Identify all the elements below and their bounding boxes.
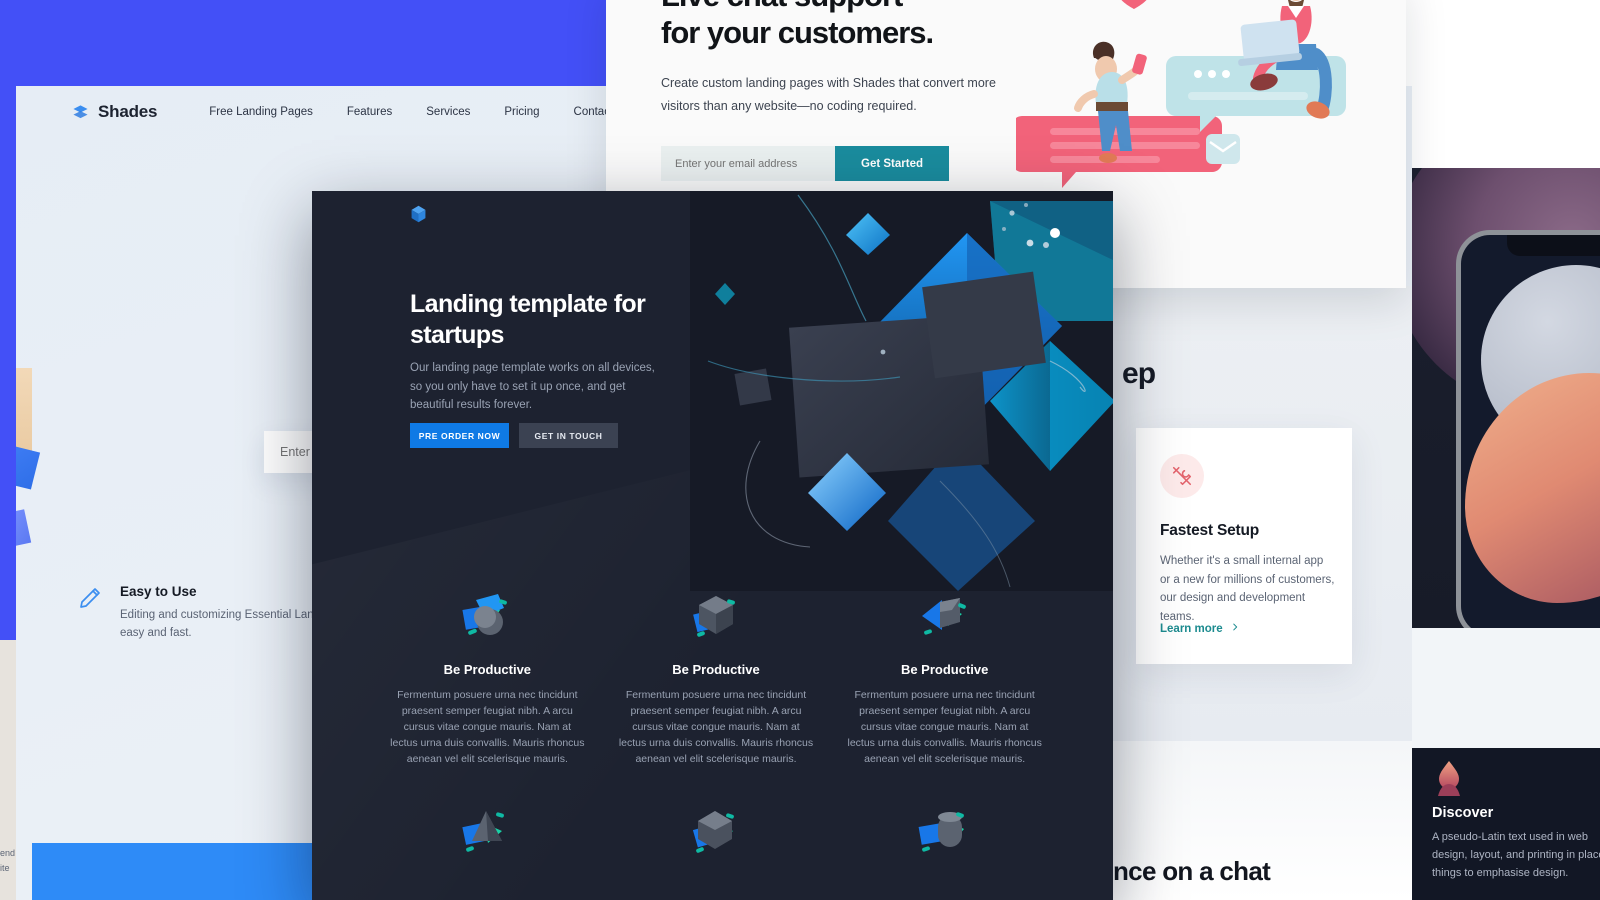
- light-page-blue-band: [32, 843, 332, 900]
- feature-card-title: Be Productive: [900, 662, 989, 677]
- get-started-button[interactable]: Get Started: [835, 146, 949, 181]
- chat-bubbles-3d-characters-illustration: [1012, 0, 1406, 196]
- feature-card-row2: [386, 801, 589, 863]
- feature-card: Be Productive Fermentum posuere urna nec…: [615, 586, 818, 768]
- edge-text-fragment: end ite: [0, 848, 16, 873]
- chat-card-signup-form: Get Started: [661, 146, 949, 181]
- nav-links: Free Landing Pages Features Services Pri…: [209, 106, 613, 118]
- feature-card-body: Fermentum posuere urna nec tincidunt pra…: [390, 689, 585, 765]
- cube-stack-icon: [72, 104, 89, 121]
- discover-body: A pseudo-Latin text used in web design, …: [1432, 831, 1600, 879]
- discover-panel: Discover A pseudo-Latin text used in web…: [1412, 748, 1600, 900]
- setup-card-body: Whether it's a small internal app or a n…: [1160, 555, 1335, 623]
- tools-wrench-screwdriver-icon: [1160, 454, 1204, 498]
- brand-name: Shades: [98, 102, 158, 121]
- learn-more-label: Learn more: [1160, 622, 1223, 635]
- 3d-cube-icon: [683, 586, 749, 648]
- brand-logo[interactable]: Shades: [72, 102, 157, 122]
- chat-card-paragraph: Create custom landing pages with Shades …: [661, 76, 996, 113]
- 3d-cylinder-cone-icon: [454, 586, 520, 648]
- 3d-pyramid-icon: [454, 801, 520, 863]
- feature-card: Be Productive Fermentum posuere urna nec…: [386, 586, 589, 768]
- dark-card-feature-grid: Be Productive Fermentum posuere urna nec…: [386, 586, 1046, 768]
- nav-item-features[interactable]: Features: [347, 106, 392, 118]
- screenshot-canvas: Shades Free Landing Pages Features Servi…: [0, 0, 1600, 900]
- dark-card-paragraph: Our landing page template works on all d…: [410, 362, 655, 412]
- get-in-touch-button[interactable]: GET IN TOUCH: [519, 423, 618, 448]
- feature-card-body: Fermentum posuere urna nec tincidunt pra…: [847, 689, 1042, 765]
- abstract-geometric-cubes-illustration: [690, 191, 1113, 591]
- 3d-capsule-icon: [912, 801, 978, 863]
- bottom-heading-fragment: nce on a chat: [1113, 856, 1271, 886]
- wallpaper-blob-coral: [1465, 373, 1600, 603]
- pencil-icon: [78, 586, 102, 610]
- chat-email-input[interactable]: [661, 146, 835, 181]
- decorative-blue-shape-1: [16, 444, 41, 490]
- setup-card-title: Fastest Setup: [1160, 522, 1260, 539]
- chevron-right-icon: [1230, 622, 1240, 635]
- feature-card-body: Fermentum posuere urna nec tincidunt pra…: [618, 689, 814, 765]
- feature-card: Be Productive Fermentum posuere urna nec…: [843, 586, 1046, 768]
- nav-item-services[interactable]: Services: [426, 106, 470, 118]
- feature-card-title: Be Productive: [672, 662, 760, 677]
- smartphone-gradient-wallpaper-mockup: [1456, 230, 1600, 628]
- side-panel-gap: [1412, 628, 1600, 748]
- light-page-navbar: Shades Free Landing Pages Features Servi…: [72, 102, 613, 122]
- learn-more-link[interactable]: Learn more: [1160, 622, 1240, 635]
- fastest-setup-card: Fastest Setup Whether it's a small inter…: [1136, 428, 1352, 664]
- phone-notch: [1507, 235, 1600, 256]
- cube-logo-icon[interactable]: [410, 205, 427, 223]
- indigo-backdrop-top: [0, 0, 620, 100]
- nav-item-pricing[interactable]: Pricing: [504, 106, 539, 118]
- decorative-blue-shape-2: [16, 509, 32, 549]
- dark-card-feature-grid-row2: [386, 801, 1046, 863]
- gradient-leaf-icon: [1432, 760, 1466, 796]
- 3d-hexcube-icon: [683, 801, 749, 863]
- dark-card-heading: Landing template for startups: [410, 290, 646, 349]
- feature-card-title: Be Productive: [443, 662, 532, 677]
- light-page-feature-easy-to-use: Easy to Use Editing and customizing Esse…: [78, 584, 348, 642]
- pre-order-now-button[interactable]: PRE ORDER NOW: [410, 423, 509, 448]
- nav-item-free-landing-pages[interactable]: Free Landing Pages: [209, 106, 313, 118]
- dark-landing-template-card: Landing template for startups Our landin…: [312, 191, 1113, 900]
- setup-section-heading-fragment: ep: [1122, 357, 1156, 390]
- phone-mockup-panel: [1412, 168, 1600, 628]
- discover-title: Discover: [1432, 805, 1494, 821]
- feature-card-row2: [843, 801, 1046, 863]
- feature-card-row2: [615, 801, 818, 863]
- dark-card-actions: PRE ORDER NOW GET IN TOUCH: [410, 423, 618, 448]
- 3d-wedge-icon: [912, 586, 978, 648]
